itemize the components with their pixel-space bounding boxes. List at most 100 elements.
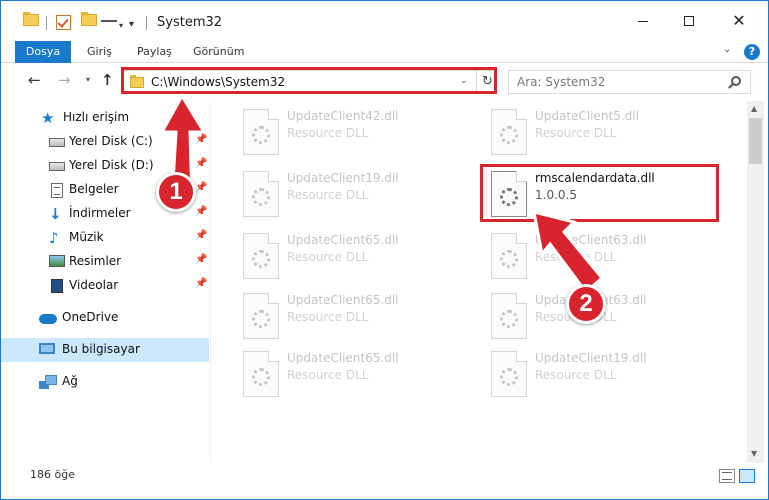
- file-item[interactable]: UpdateClient65.dll Resource DLL: [235, 229, 473, 285]
- videos-icon: [51, 279, 63, 293]
- address-path[interactable]: C:\Windows\System32: [151, 75, 285, 89]
- gear-icon: [500, 126, 518, 144]
- step-1-badge: 1: [156, 172, 196, 212]
- file-name: UpdateClient19.dll: [535, 351, 647, 365]
- drive-icon: [49, 138, 65, 147]
- gear-icon: [500, 368, 518, 386]
- chevron-down-icon[interactable]: ⌄: [460, 76, 468, 86]
- file-item-rmscalendardata[interactable]: rmscalendardata.dll 1.0.0.5: [483, 167, 721, 223]
- sidebar-item-label: Bu bilgisayar: [62, 342, 140, 356]
- file-name: UpdateClient42.dll: [287, 109, 399, 123]
- tab-share[interactable]: Paylaş: [137, 41, 172, 63]
- close-button[interactable]: ✕: [716, 1, 762, 41]
- refresh-icon[interactable]: ↻: [476, 71, 498, 93]
- file-type: Resource DLL: [535, 250, 617, 264]
- toolbar-separator: [46, 16, 47, 30]
- file-item[interactable]: UpdateClient65.dll Resource DLL: [235, 289, 473, 345]
- sidebar-item-quick-access[interactable]: ★ Hızlı erişim: [1, 106, 209, 130]
- dll-file-icon: [491, 293, 527, 339]
- file-version: 1.0.0.5: [535, 188, 577, 202]
- sidebar-item-music[interactable]: ♪ Müzik 📌: [1, 226, 209, 250]
- close-icon: ✕: [732, 11, 746, 30]
- item-count: 186 öğe: [30, 468, 75, 481]
- new-folder-icon[interactable]: [81, 12, 99, 28]
- file-item[interactable]: UpdateClient19.dll Resource DLL: [483, 347, 721, 403]
- file-type: Resource DLL: [287, 310, 369, 324]
- quick-access-star-icon: ★: [41, 109, 55, 127]
- vertical-scrollbar[interactable]: ▲ ▼: [747, 101, 764, 463]
- rename-icon[interactable]: [101, 15, 117, 29]
- gear-icon: [252, 126, 270, 144]
- sidebar-item-label: OneDrive: [62, 310, 119, 324]
- file-type: Resource DLL: [287, 368, 369, 382]
- file-item[interactable]: UpdateClient19.dll Resource DLL: [235, 167, 473, 223]
- pin-icon[interactable]: 📌: [195, 182, 207, 193]
- back-arrow-icon[interactable]: ←: [28, 71, 41, 89]
- sidebar-item-local-disk-c[interactable]: Yerel Disk (C:) 📌: [1, 130, 209, 154]
- pictures-icon: [49, 255, 65, 267]
- sidebar-item-label: Ağ: [62, 374, 78, 388]
- gear-icon: [500, 188, 518, 206]
- pin-icon[interactable]: 📌: [195, 134, 207, 145]
- onedrive-icon: [39, 314, 57, 324]
- sidebar-item-label: Belgeler: [69, 182, 119, 196]
- file-name: UpdateClient65.dll: [287, 351, 399, 365]
- file-item[interactable]: UpdateClient65.dll Resource DLL: [235, 347, 473, 403]
- search-icon: [731, 76, 741, 86]
- details-view-icon[interactable]: [719, 469, 735, 483]
- dll-file-icon: [491, 109, 527, 155]
- file-item[interactable]: UpdateClient63.dll Resource DLL: [483, 229, 721, 285]
- documents-icon: [51, 183, 63, 198]
- sidebar-item-label: Yerel Disk (D:): [69, 158, 154, 172]
- sidebar-item-onedrive[interactable]: OneDrive: [1, 306, 209, 330]
- file-type: Resource DLL: [287, 188, 369, 202]
- recent-locations-icon[interactable]: ▾: [86, 75, 90, 84]
- pin-icon[interactable]: 📌: [195, 278, 207, 289]
- dll-file-icon: [491, 351, 527, 397]
- chevron-down-icon[interactable]: ⌄: [723, 44, 731, 55]
- scrollbar-thumb[interactable]: [749, 118, 762, 164]
- pin-icon[interactable]: 📌: [195, 206, 207, 217]
- folder-icon: [130, 75, 144, 88]
- tab-view[interactable]: Görünüm: [193, 41, 244, 63]
- dll-file-icon: [243, 233, 279, 279]
- properties-check-icon[interactable]: [56, 15, 71, 30]
- scroll-up-icon[interactable]: ▲: [751, 104, 757, 113]
- sidebar-item-label: İndirmeler: [69, 206, 131, 220]
- sidebar-item-network[interactable]: Ağ: [1, 370, 209, 394]
- search-input[interactable]: Ara: System32: [508, 70, 751, 94]
- folder-icon[interactable]: [23, 12, 41, 28]
- forward-arrow-icon[interactable]: →: [58, 71, 71, 89]
- file-type: Resource DLL: [535, 368, 617, 382]
- chevron-down-icon[interactable]: ▾: [119, 15, 123, 35]
- toolbar-separator: [146, 16, 147, 30]
- help-icon[interactable]: ?: [744, 44, 760, 60]
- maximize-button[interactable]: [666, 1, 712, 41]
- address-bar[interactable]: C:\Windows\System32 ⌄ ↻: [123, 70, 497, 94]
- gear-icon: [252, 188, 270, 206]
- dll-file-icon: [243, 351, 279, 397]
- file-item[interactable]: UpdateClient5.dll Resource DLL: [483, 105, 721, 161]
- minimize-button[interactable]: [620, 1, 666, 41]
- customize-toolbar-icon[interactable]: ▾: [129, 14, 134, 34]
- drive-icon: [49, 162, 65, 171]
- pin-icon[interactable]: 📌: [195, 158, 207, 169]
- file-name: UpdateClient65.dll: [287, 293, 399, 307]
- up-arrow-icon[interactable]: ↑: [101, 71, 114, 89]
- tab-home[interactable]: Giriş: [87, 41, 112, 63]
- sidebar-item-this-pc[interactable]: Bu bilgisayar: [1, 338, 209, 362]
- gear-icon: [252, 250, 270, 268]
- scroll-down-icon[interactable]: ▼: [751, 449, 757, 458]
- pin-icon[interactable]: 📌: [195, 254, 207, 265]
- file-name: UpdateClient63.dll: [535, 233, 647, 247]
- gear-icon: [500, 250, 518, 268]
- sidebar-item-pictures[interactable]: Resimler 📌: [1, 250, 209, 274]
- step-2-badge: 2: [566, 284, 606, 324]
- search-placeholder: Ara: System32: [517, 75, 606, 89]
- file-item[interactable]: UpdateClient42.dll Resource DLL: [235, 105, 473, 161]
- large-icons-view-icon[interactable]: [739, 469, 755, 483]
- sidebar-item-videos[interactable]: Videolar 📌: [1, 274, 209, 298]
- file-type: Resource DLL: [287, 126, 369, 140]
- pin-icon[interactable]: 📌: [195, 230, 207, 241]
- title-bar: ▾ ▾ System32 ✕: [1, 1, 768, 41]
